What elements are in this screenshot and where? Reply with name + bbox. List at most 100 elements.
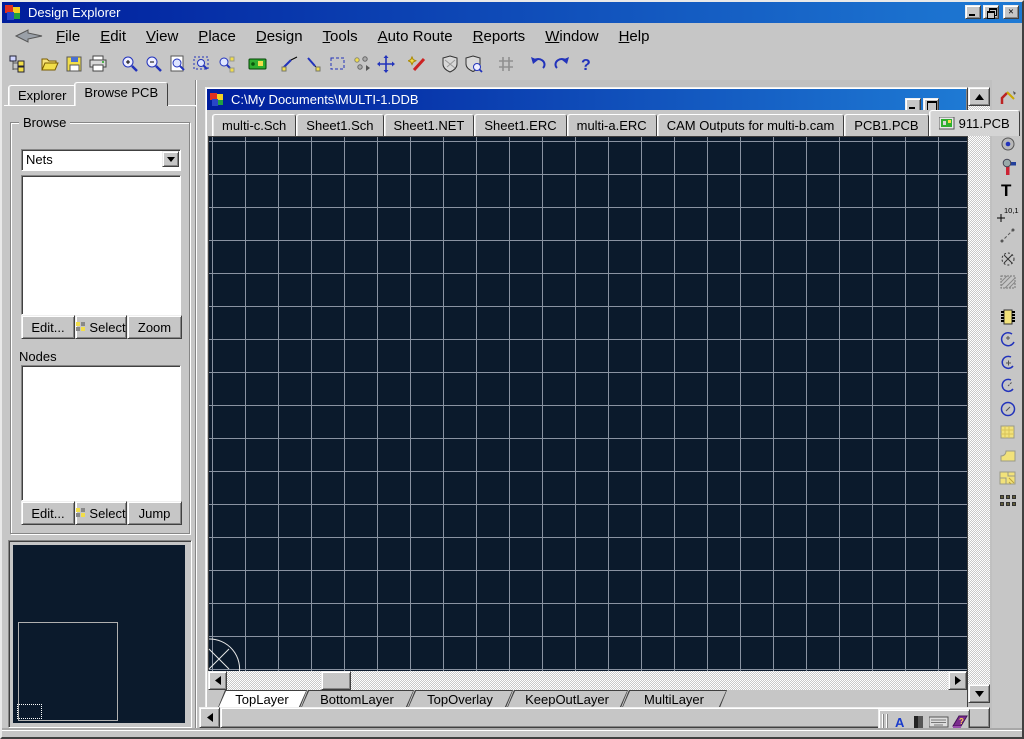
nets-listbox[interactable] bbox=[21, 175, 181, 315]
menu-reports[interactable]: Reports bbox=[463, 26, 536, 47]
close-button[interactable] bbox=[1003, 5, 1019, 19]
move-cross-icon[interactable] bbox=[374, 52, 398, 76]
minimap-view[interactable] bbox=[13, 545, 185, 723]
polygon-plane-icon[interactable] bbox=[996, 443, 1020, 466]
board-view-icon[interactable] bbox=[246, 52, 270, 76]
status-bar bbox=[2, 730, 1022, 737]
ime-grip[interactable] bbox=[882, 714, 888, 730]
full-circle-icon[interactable] bbox=[996, 397, 1020, 420]
dropdown-arrow-button[interactable] bbox=[162, 151, 179, 167]
dimension-icon[interactable] bbox=[996, 224, 1020, 247]
minimize-button[interactable] bbox=[965, 5, 981, 19]
component-icon[interactable] bbox=[996, 305, 1020, 328]
drc-shield-icon[interactable] bbox=[438, 52, 462, 76]
zoom-selection-icon[interactable] bbox=[214, 52, 238, 76]
chevron-down-icon bbox=[167, 157, 175, 162]
pcb-view[interactable] bbox=[208, 136, 967, 671]
document-icon bbox=[209, 91, 225, 110]
doc-tab-sheet1-sch[interactable]: Sheet1.Sch bbox=[296, 114, 383, 136]
nodes-edit-button[interactable]: Edit... bbox=[21, 501, 75, 525]
zoom-area-icon[interactable] bbox=[190, 52, 214, 76]
minimap-viewport-rect[interactable] bbox=[17, 704, 42, 719]
arc-center-icon[interactable] bbox=[996, 351, 1020, 374]
vscroll-up-arrow[interactable] bbox=[968, 87, 990, 106]
string-icon[interactable]: T bbox=[996, 178, 1020, 201]
coordinate-icon[interactable]: 10,10 bbox=[996, 201, 1020, 224]
array-paste-icon[interactable] bbox=[996, 489, 1020, 512]
zoom-all-icon[interactable] bbox=[166, 52, 190, 76]
hscroll-left-arrow[interactable] bbox=[199, 707, 220, 728]
doc-tab-sheet1-erc[interactable]: Sheet1.ERC bbox=[474, 114, 566, 136]
vscroll-down-arrow[interactable] bbox=[968, 684, 990, 703]
doc-tab-label: CAM Outputs for multi-b.cam bbox=[667, 118, 835, 133]
minimap-panel[interactable] bbox=[8, 540, 192, 728]
layer-tab-label: TopOverlay bbox=[427, 691, 493, 708]
menu-design[interactable]: Design bbox=[246, 26, 313, 47]
open-document-icon[interactable] bbox=[38, 52, 62, 76]
doc-tab-911-pcb[interactable]: 911.PCB bbox=[929, 110, 1020, 136]
zoom-out-icon[interactable] bbox=[142, 52, 166, 76]
app-titlebar[interactable]: Design Explorer bbox=[2, 2, 1022, 23]
arc-edge-icon[interactable] bbox=[996, 328, 1020, 351]
doc-hscroll-thumb[interactable] bbox=[321, 671, 351, 690]
menu-edit[interactable]: Edit bbox=[90, 26, 136, 47]
move-selection-icon[interactable] bbox=[350, 52, 374, 76]
zoom-in-icon[interactable] bbox=[118, 52, 142, 76]
menu-window[interactable]: Window bbox=[535, 26, 608, 47]
nets-select-button[interactable]: Select bbox=[75, 315, 127, 339]
workspace-hscrollbar[interactable] bbox=[199, 707, 990, 728]
document-tabs: multi-c.SchSheet1.Sch Sheet1.NET Sheet1.ER… bbox=[208, 110, 967, 136]
save-icon[interactable] bbox=[62, 52, 86, 76]
document-titlebar[interactable]: C:\My Documents\MULTI-1.DDB bbox=[207, 89, 966, 110]
hscroll-thumb[interactable] bbox=[220, 707, 990, 728]
select-mask-icon bbox=[76, 508, 86, 518]
highlight-wand-icon[interactable] bbox=[406, 52, 430, 76]
doc-tab-cam-outputs-for-multi-b-cam[interactable]: CAM Outputs for multi-b.cam bbox=[657, 114, 845, 136]
explorer-toggle-icon[interactable] bbox=[6, 52, 30, 76]
menu-view[interactable]: View bbox=[136, 26, 188, 47]
arc-angle-icon[interactable] bbox=[996, 374, 1020, 397]
fill-icon[interactable] bbox=[996, 420, 1020, 443]
doc-tab-label: Sheet1.NET bbox=[394, 118, 465, 133]
browse-type-dropdown[interactable]: Nets bbox=[21, 149, 181, 171]
cut-track-icon[interactable] bbox=[278, 52, 302, 76]
grid-toggle-icon[interactable] bbox=[494, 52, 518, 76]
doc-tab-multi-c-sch[interactable]: multi-c.Sch bbox=[212, 114, 296, 136]
nodes-jump-button[interactable]: Jump bbox=[127, 501, 182, 525]
doc-hscrollbar[interactable] bbox=[208, 671, 967, 690]
undo-icon[interactable] bbox=[526, 52, 550, 76]
menu-place[interactable]: Place bbox=[188, 26, 246, 47]
toolbar-separator bbox=[518, 52, 526, 76]
doc-tab-sheet1-net[interactable]: Sheet1.NET bbox=[384, 114, 475, 136]
keepout-arc-icon[interactable] bbox=[996, 247, 1020, 270]
doc-tab-pcb1-pcb[interactable]: PCB1.PCB bbox=[844, 114, 928, 136]
interactive-routing-icon[interactable] bbox=[996, 86, 1020, 109]
split-plane-icon[interactable] bbox=[996, 466, 1020, 489]
restore-button[interactable] bbox=[983, 5, 999, 19]
via-icon[interactable] bbox=[996, 155, 1020, 178]
fill-hatch-icon[interactable] bbox=[996, 270, 1020, 293]
button-label: Zoom bbox=[138, 320, 171, 335]
redo-icon[interactable] bbox=[550, 52, 574, 76]
menu-file[interactable]: File bbox=[46, 26, 90, 47]
break-track-icon[interactable] bbox=[302, 52, 326, 76]
workspace-vscrollbar[interactable] bbox=[968, 87, 990, 703]
print-icon[interactable] bbox=[86, 52, 110, 76]
help-icon[interactable]: ? bbox=[574, 52, 598, 76]
doc-hscroll-right-arrow[interactable] bbox=[948, 671, 967, 690]
doc-tab-label: 911.PCB bbox=[959, 116, 1010, 131]
menu-help[interactable]: Help bbox=[609, 26, 660, 47]
doc-tab-multi-a-erc[interactable]: multi-a.ERC bbox=[567, 114, 657, 136]
tab-browse-pcb[interactable]: Browse PCB bbox=[74, 82, 168, 106]
nodes-listbox[interactable] bbox=[21, 365, 181, 501]
nets-edit-button[interactable]: Edit... bbox=[21, 315, 75, 339]
menu-grip-arrow-icon[interactable] bbox=[14, 29, 44, 47]
menu-tools[interactable]: Tools bbox=[313, 26, 368, 47]
menu-auto-route[interactable]: Auto Route bbox=[368, 26, 463, 47]
selection-box-icon[interactable] bbox=[326, 52, 350, 76]
nodes-select-button[interactable]: Select bbox=[75, 501, 127, 525]
drc-browse-icon[interactable] bbox=[462, 52, 486, 76]
tab-explorer[interactable]: Explorer bbox=[8, 85, 76, 106]
doc-hscroll-left-arrow[interactable] bbox=[208, 671, 227, 690]
nets-zoom-button[interactable]: Zoom bbox=[127, 315, 182, 339]
